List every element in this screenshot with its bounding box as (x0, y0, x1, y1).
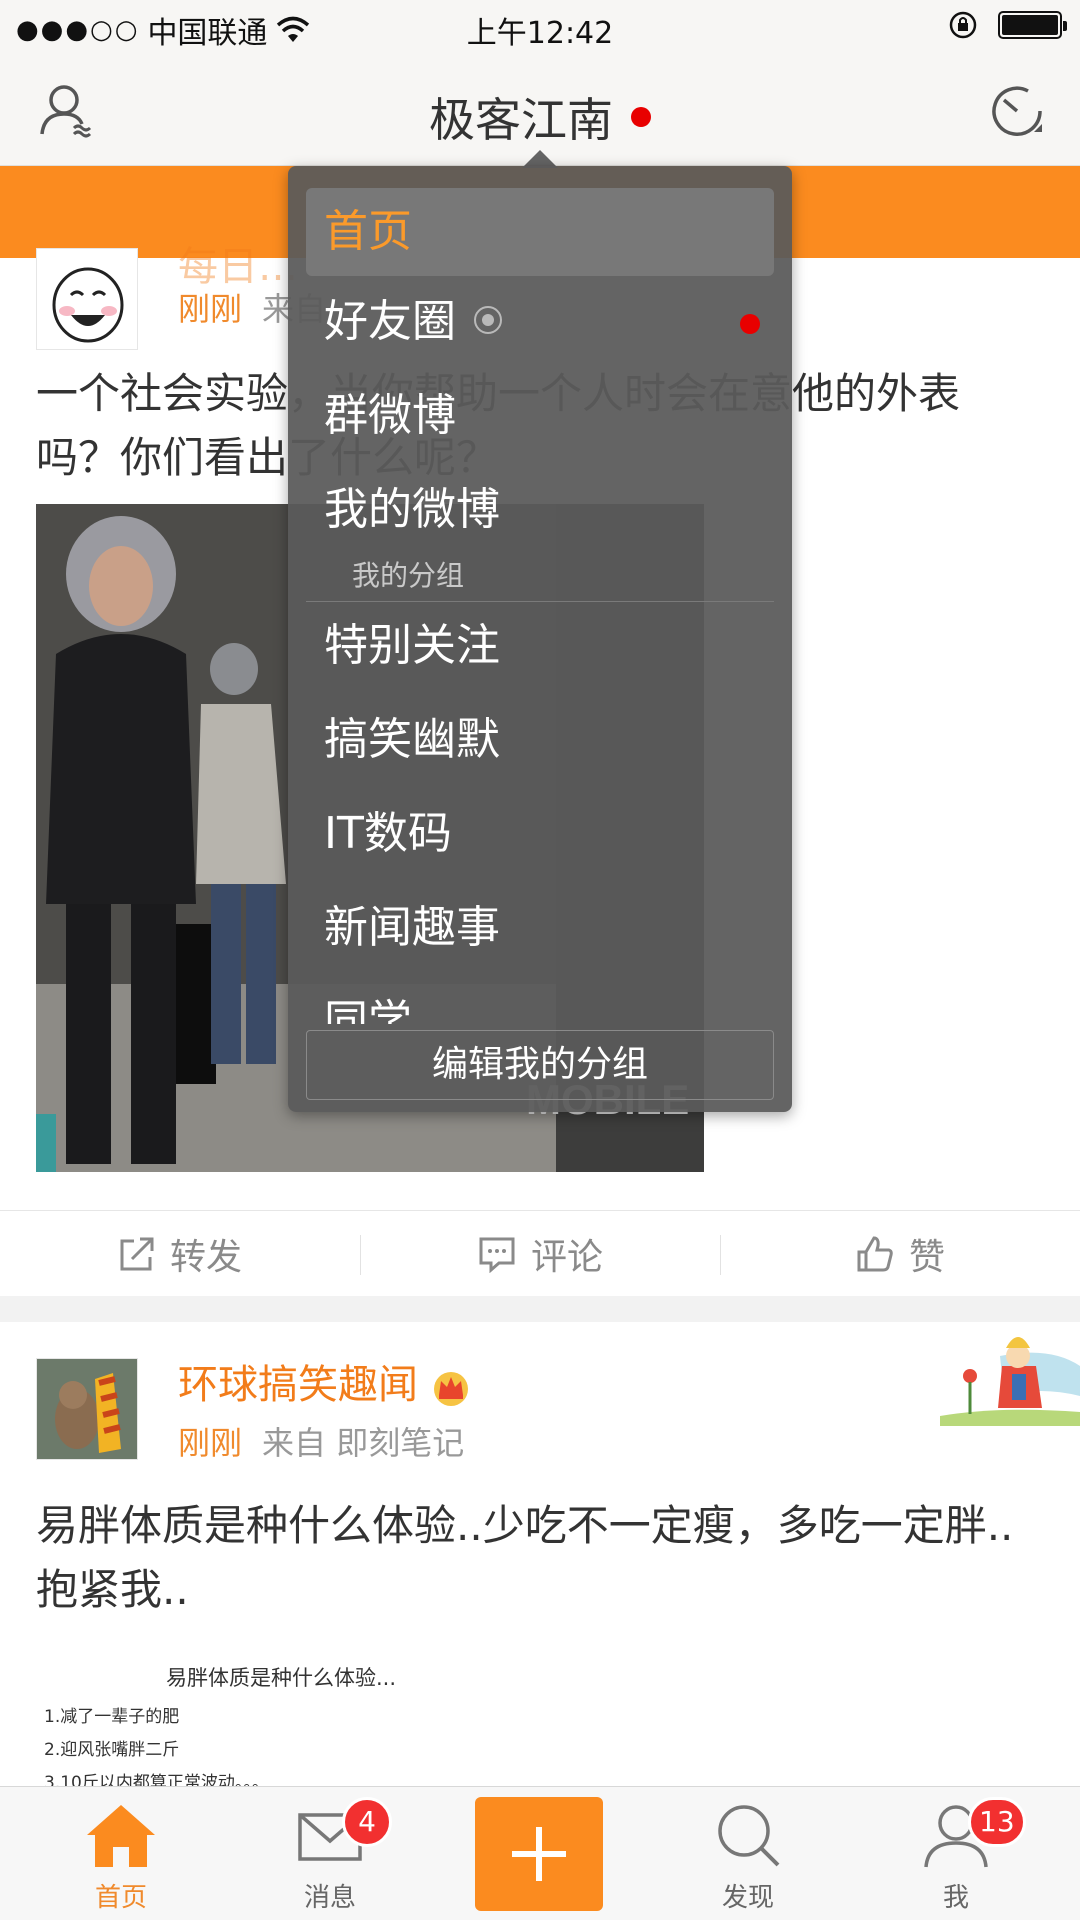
search-icon (718, 1805, 780, 1867)
tab-home[interactable]: 首页 (13, 1787, 229, 1920)
edit-groups-button[interactable]: 编辑我的分组 (306, 1030, 774, 1100)
group-dropdown-menu: 首页 好友圈 群微博 我的微博 我的分组 特别关注 搞笑幽默 IT数码 新闻趣事… (288, 166, 792, 1112)
squirrel-corn-icon (37, 1359, 137, 1459)
post-source: 来自 即刻笔记 (262, 1424, 465, 1462)
meme-face-icon (37, 249, 137, 349)
unread-dot (740, 314, 760, 334)
tab-label: 消息 (303, 1883, 356, 1913)
crown-vip-icon (433, 1372, 468, 1406)
post-meta: 刚刚 来自 即刻笔记 (178, 1418, 464, 1464)
tab-discover[interactable]: 发现 (640, 1787, 856, 1920)
messages-badge: 4 (342, 1797, 392, 1847)
tab-label: 我 (942, 1883, 969, 1913)
new-dot (631, 106, 651, 127)
like-button[interactable]: 赞 (720, 1211, 1080, 1297)
image-doc-title: 易胖体质是种什么体验... (166, 1666, 397, 1690)
menu-item-my-weibo[interactable]: 我的微博 (306, 466, 774, 554)
image-doc-line: 1.减了一辈子的肥 (44, 1707, 180, 1727)
menu-scroll-clip: 同学 (288, 978, 792, 1024)
menu-item-home[interactable]: 首页 (306, 188, 774, 276)
comment-label: 评论 (530, 1236, 603, 1278)
compose-button[interactable] (475, 1797, 603, 1911)
repost-label: 转发 (169, 1236, 242, 1278)
repost-icon (120, 1237, 154, 1270)
like-label: 赞 (908, 1236, 945, 1278)
nav-title[interactable]: 极客江南 (0, 84, 1080, 150)
post-text[interactable]: 易胖体质是种什么体验..少吃不一定瘦，多吃一定胖..抱紧我.. (36, 1494, 1040, 1622)
status-right (948, 10, 1067, 40)
menu-item-group[interactable]: 搞笑幽默 (306, 696, 774, 784)
nav-title-text: 极客江南 (429, 93, 613, 147)
tab-label: 首页 (94, 1883, 147, 1913)
repost-button[interactable]: 转发 (0, 1211, 360, 1297)
tab-me[interactable]: 13 我 (848, 1787, 1064, 1920)
post-image-text[interactable]: 易胖体质是种什么体验... 1.减了一辈子的肥 2.迎风张嘴胖二斤 3.10斤以… (36, 1644, 416, 1794)
post-time: 刚刚 (178, 290, 243, 328)
menu-item-group[interactable]: 新闻趣事 (306, 884, 774, 972)
menu-item-label: 好友圈 (324, 296, 456, 347)
menu-item-group[interactable]: IT数码 (306, 790, 774, 878)
feed-card[interactable]: 环球搞笑趣闻 刚刚 来自 即刻笔记 易胖体质是种什么体验..少吃不一定瘦，多吃一定… (0, 1322, 1080, 1794)
menu-item-label: 群微博 (324, 390, 456, 441)
comment-icon (479, 1237, 515, 1273)
thumbs-up-icon (857, 1235, 893, 1271)
menu-item-group[interactable]: 特别关注 (306, 602, 774, 690)
author-name[interactable]: 环球搞笑趣闻 (178, 1352, 471, 1410)
radar-icon[interactable] (988, 82, 1046, 140)
little-prince-decoration-icon (940, 1337, 1080, 1426)
menu-item-label: 我的微博 (324, 484, 500, 535)
action-bar: 转发 评论 赞 (0, 1210, 1080, 1296)
post-time: 刚刚 (178, 1424, 243, 1462)
bottom-tab-bar: 首页 4 消息 发现 13 我 (0, 1786, 1080, 1920)
me-badge: 13 (968, 1797, 1026, 1847)
avatar[interactable] (36, 248, 138, 350)
comment-button[interactable]: 评论 (360, 1211, 720, 1297)
menu-item-group-weibo[interactable]: 群微博 (306, 372, 774, 460)
home-icon (87, 1805, 155, 1867)
tab-label: 发现 (721, 1883, 774, 1913)
menu-item-friends-circle[interactable]: 好友圈 (306, 278, 774, 366)
menu-item-label: 首页 (324, 206, 412, 257)
avatar[interactable] (36, 1358, 138, 1460)
image-doc-line: 2.迎风张嘴胖二斤 (44, 1740, 180, 1760)
menu-section-my-groups: 我的分组 (306, 556, 774, 602)
plus-icon (512, 1827, 566, 1881)
battery-icon (998, 11, 1067, 39)
author-name-text: 环球搞笑趣闻 (178, 1362, 418, 1408)
status-bar: ●●●○○ 中国联通 上午12:42 (0, 0, 1080, 54)
rotation-lock-icon (949, 11, 977, 39)
eye-icon (474, 306, 502, 334)
status-time: 上午12:42 (466, 16, 614, 51)
menu-item-group[interactable]: 同学 (306, 978, 774, 1024)
tab-messages[interactable]: 4 消息 (222, 1787, 438, 1920)
